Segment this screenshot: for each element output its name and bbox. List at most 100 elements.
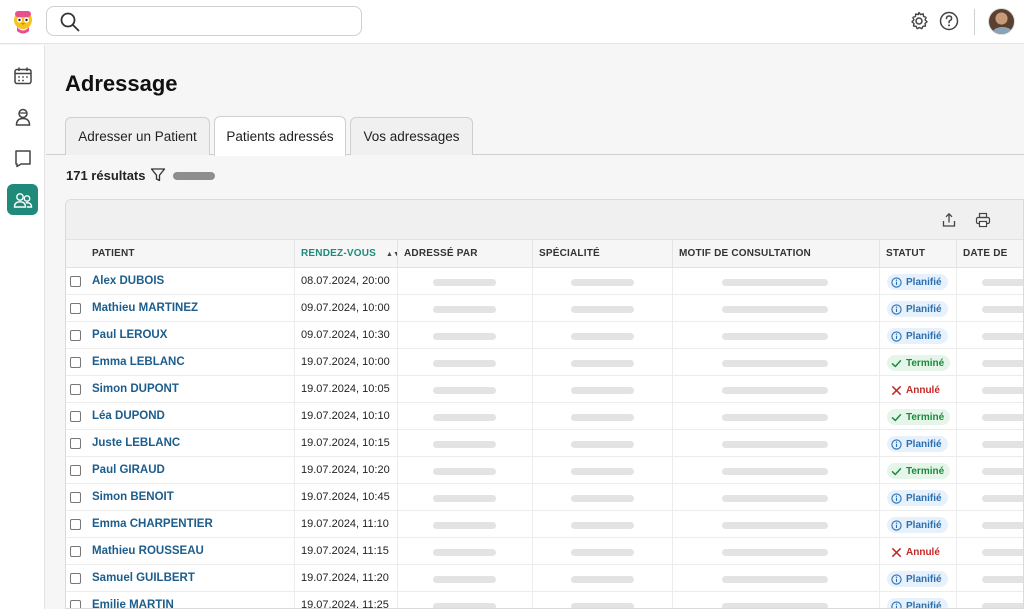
patient-name-link[interactable]: Samuel GUILBERT	[92, 572, 195, 584]
row-checkbox[interactable]	[70, 600, 81, 608]
cell-specialite	[532, 376, 672, 403]
placeholder-bar	[571, 549, 634, 556]
tabs: Adresser un Patient Patients adressés Vo…	[46, 116, 1024, 156]
top-bar	[0, 0, 1024, 44]
cell-date	[956, 430, 1023, 457]
row-checkbox[interactable]	[70, 546, 81, 557]
filter-icon[interactable]	[150, 167, 166, 183]
cell-statut: Planifié	[879, 322, 956, 349]
sort-icon[interactable]: ▲▼	[386, 241, 397, 268]
table-row[interactable]: Alex DUBOIS 08.07.2024, 20:00 Planifié	[66, 268, 1023, 295]
placeholder-bar	[982, 549, 1023, 556]
table-row[interactable]: Simon BENOIT 19.07.2024, 10:45 Planifié	[66, 484, 1023, 511]
table-row[interactable]: Paul GIRAUD 19.07.2024, 10:20 Terminé	[66, 457, 1023, 484]
status-badge: Terminé	[887, 463, 951, 479]
sidebar-item-bookmarks[interactable]	[7, 142, 38, 173]
cell-specialite	[532, 511, 672, 538]
patient-name-link[interactable]: Paul GIRAUD	[92, 464, 165, 476]
sidebar-item-referral[interactable]	[7, 184, 38, 215]
cell-adresse-par	[397, 403, 532, 430]
row-checkbox[interactable]	[70, 384, 81, 395]
patient-icon	[15, 108, 30, 126]
table-row[interactable]: Juste LEBLANC 19.07.2024, 10:15 Planifié	[66, 430, 1023, 457]
table-row[interactable]: Mathieu ROUSSEAU 19.07.2024, 11:15 Annulé	[66, 538, 1023, 565]
cell-date	[956, 484, 1023, 511]
row-checkbox[interactable]	[70, 492, 81, 503]
table-row[interactable]: Emilie MARTIN 19.07.2024, 11:25 Planifié	[66, 592, 1023, 608]
patient-name-link[interactable]: Mathieu MARTINEZ	[92, 302, 198, 314]
patient-name-link[interactable]: Paul LEROUX	[92, 329, 167, 341]
patient-name-link[interactable]: Simon DUPONT	[92, 383, 179, 395]
header-rendez-vous[interactable]: RENDEZ-VOUS▲▼	[294, 240, 397, 268]
placeholder-bar	[571, 603, 634, 608]
sidebar-item-patients[interactable]	[7, 101, 38, 132]
row-checkbox[interactable]	[70, 303, 81, 314]
patient-name-link[interactable]: Alex DUBOIS	[92, 275, 164, 287]
sidebar	[0, 45, 45, 609]
placeholder-bar	[722, 387, 828, 394]
help-icon[interactable]	[938, 10, 960, 32]
row-checkbox[interactable]	[70, 276, 81, 287]
row-checkbox[interactable]	[70, 519, 81, 530]
table-row[interactable]: Emma CHARPENTIER 19.07.2024, 11:10 Planifi…	[66, 511, 1023, 538]
check-icon	[891, 359, 902, 367]
logo-icon[interactable]	[8, 7, 38, 37]
patient-name-link[interactable]: Mathieu ROUSSEAU	[92, 545, 204, 557]
row-checkbox[interactable]	[70, 438, 81, 449]
gear-icon[interactable]	[908, 10, 930, 32]
avatar[interactable]	[988, 8, 1015, 35]
table-row[interactable]: Simon DUPONT 19.07.2024, 10:05 Annulé	[66, 376, 1023, 403]
header-statut[interactable]: STATUT	[879, 240, 956, 268]
rdv-datetime: 19.07.2024, 11:10	[301, 518, 389, 530]
table-row[interactable]: Samuel GUILBERT 19.07.2024, 11:20 Planifié	[66, 565, 1023, 592]
placeholder-bar	[982, 441, 1023, 448]
cell-rendez-vous: 19.07.2024, 10:20	[294, 457, 397, 484]
cell-specialite	[532, 403, 672, 430]
table-toolbar	[66, 200, 1023, 240]
row-checkbox[interactable]	[70, 465, 81, 476]
search-box[interactable]	[46, 6, 362, 36]
table-header: PATIENT RENDEZ-VOUS▲▼ ADRESSÉ PAR SPÉCIA…	[66, 240, 1023, 268]
placeholder-bar	[571, 495, 634, 502]
cell-motif	[672, 349, 879, 376]
tab-vos-adressages[interactable]: Vos adressages	[350, 117, 473, 155]
patient-name-link[interactable]: Léa DUPOND	[92, 410, 165, 422]
export-icon[interactable]	[941, 212, 957, 228]
cross-icon	[892, 547, 901, 557]
cell-statut: Terminé	[879, 403, 956, 430]
table-row[interactable]: Léa DUPOND 19.07.2024, 10:10 Terminé	[66, 403, 1023, 430]
row-checkbox[interactable]	[70, 357, 81, 368]
table-row[interactable]: Mathieu MARTINEZ 09.07.2024, 10:00 Planifi…	[66, 295, 1023, 322]
cell-rendez-vous: 19.07.2024, 10:45	[294, 484, 397, 511]
print-icon[interactable]	[975, 212, 991, 228]
search-input[interactable]	[87, 11, 347, 31]
rdv-datetime: 19.07.2024, 10:05	[301, 383, 390, 395]
sidebar-item-calendar[interactable]	[7, 60, 38, 91]
placeholder-bar	[571, 387, 634, 394]
header-motif[interactable]: MOTIF DE CONSULTATION	[672, 240, 879, 268]
header-adresse-par[interactable]: ADRESSÉ PAR	[397, 240, 532, 268]
header-patient[interactable]: PATIENT	[86, 240, 294, 268]
patient-name-link[interactable]: Emma LEBLANC	[92, 356, 185, 368]
patient-name-link[interactable]: Simon BENOIT	[92, 491, 174, 503]
table-row[interactable]: Emma LEBLANC 19.07.2024, 10:00 Terminé	[66, 349, 1023, 376]
patient-name-link[interactable]: Emilie MARTIN	[92, 599, 174, 608]
table-row[interactable]: Paul LEROUX 09.07.2024, 10:30 Planifié	[66, 322, 1023, 349]
row-checkbox[interactable]	[70, 411, 81, 422]
placeholder-bar	[982, 576, 1023, 583]
header-specialite[interactable]: SPÉCIALITÉ	[532, 240, 672, 268]
filter-chip[interactable]	[173, 172, 215, 180]
placeholder-bar	[722, 576, 828, 583]
row-checkbox[interactable]	[70, 573, 81, 584]
patient-name-link[interactable]: Juste LEBLANC	[92, 437, 180, 449]
cell-rendez-vous: 08.07.2024, 20:00	[294, 268, 397, 295]
row-checkbox[interactable]	[70, 330, 81, 341]
cell-rendez-vous: 19.07.2024, 11:15	[294, 538, 397, 565]
cell-date	[956, 511, 1023, 538]
placeholder-bar	[433, 576, 496, 583]
placeholder-bar	[571, 468, 634, 475]
header-date[interactable]: DATE DE	[956, 240, 1023, 268]
tab-adresser-patient[interactable]: Adresser un Patient	[65, 117, 210, 155]
patient-name-link[interactable]: Emma CHARPENTIER	[92, 518, 213, 530]
tab-patients-adresses[interactable]: Patients adressés	[214, 116, 346, 156]
